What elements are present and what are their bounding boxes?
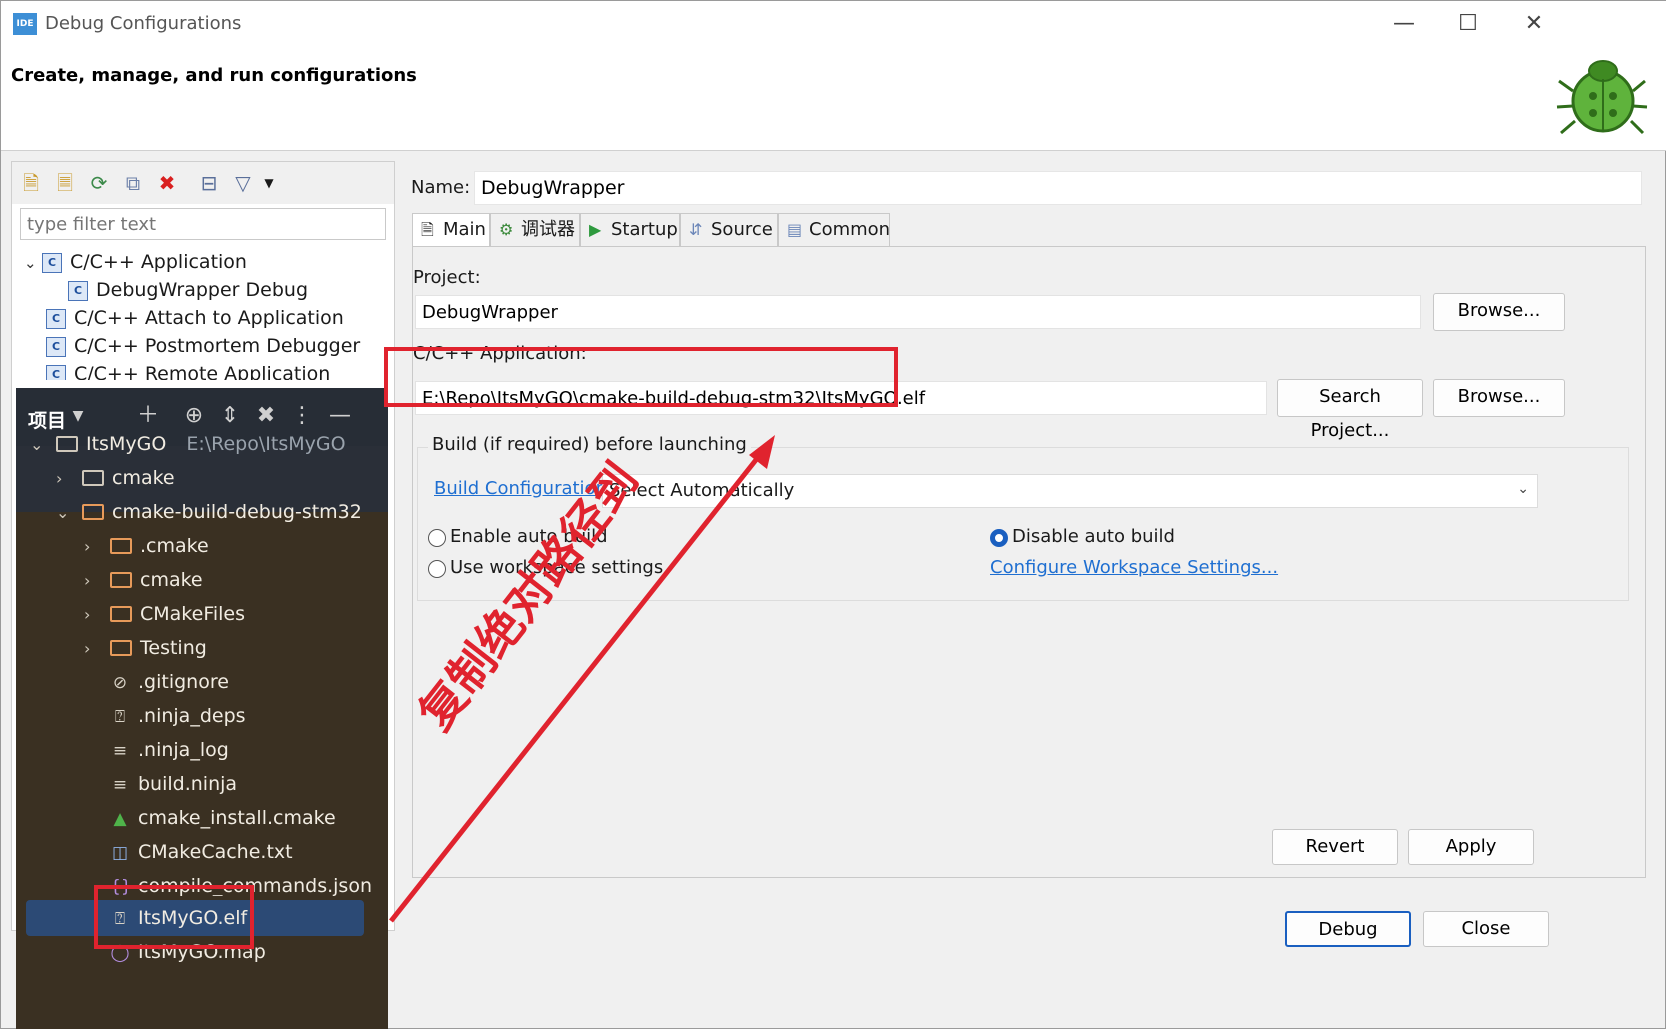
tree-item-testing[interactable]: › Testing xyxy=(84,630,207,666)
close-window-icon[interactable]: ✕ xyxy=(1511,9,1557,39)
new-prototype-icon[interactable]: 🗏 xyxy=(52,170,78,196)
minimize-icon[interactable]: — xyxy=(1381,9,1427,39)
annotation-box-app-path xyxy=(384,347,898,407)
tree-item-cmakefiles[interactable]: › CMakeFiles xyxy=(84,596,245,632)
c-config-icon: C xyxy=(46,308,66,329)
chevron-down-icon[interactable]: ⌄ xyxy=(24,249,42,277)
config-toolbar: 🗎 🗏 ⟳ ⧉ ✖ ⊟ ▽ ▼ xyxy=(12,162,394,204)
filter-input[interactable] xyxy=(20,208,386,240)
name-input[interactable] xyxy=(474,171,1642,205)
tree-item-ninja-log[interactable]: ≡ .ninja_log xyxy=(110,732,229,768)
tree-item-cmakecache[interactable]: ◫ CMakeCache.txt xyxy=(110,834,293,870)
c-config-icon: C xyxy=(42,252,62,273)
search-project-button[interactable]: Search Project... xyxy=(1277,379,1423,441)
header-title: Create, manage, and run configurations xyxy=(11,65,417,86)
folder-icon xyxy=(82,503,104,520)
play-icon: ▶ xyxy=(589,220,602,239)
tree-item-debugwrapper-debug[interactable]: C DebugWrapper Debug xyxy=(68,276,308,304)
title-bar: IDE Debug Configurations — ☐ ✕ xyxy=(1,1,1666,47)
tab-common[interactable]: ▤ Common xyxy=(778,213,890,247)
tab-main[interactable]: 🗎 Main xyxy=(412,213,490,249)
tab-startup[interactable]: ▶ Startup xyxy=(580,213,680,247)
app-icon: IDE xyxy=(13,13,37,35)
folder-icon xyxy=(110,639,132,656)
chevron-right-icon[interactable]: › xyxy=(84,631,110,667)
text-file-icon: ≡ xyxy=(112,775,128,795)
tree-item-cmake-build-debug[interactable]: ⌄ cmake-build-debug-stm32 xyxy=(56,494,362,530)
tab-source[interactable]: ⇵ Source xyxy=(680,213,778,247)
filter-icon[interactable]: ▽ xyxy=(230,170,256,196)
export-icon[interactable]: ⟳ xyxy=(86,170,112,196)
text-file-icon: ≡ xyxy=(112,741,128,761)
ignore-file-icon: ⊘ xyxy=(112,673,128,693)
chevron-down-icon[interactable]: ⌄ xyxy=(30,427,56,463)
apply-button[interactable]: Apply xyxy=(1408,829,1534,865)
project-input[interactable] xyxy=(415,295,1421,329)
folder-icon xyxy=(110,571,132,588)
chevron-right-icon[interactable]: › xyxy=(84,529,110,565)
tree-item-cmake-install[interactable]: ▲ cmake_install.cmake xyxy=(110,800,335,836)
cmake-file-icon: ▲ xyxy=(113,809,127,829)
browse-project-button[interactable]: Browse... xyxy=(1433,293,1565,331)
tree-item-build-ninja[interactable]: ≡ build.ninja xyxy=(110,766,237,802)
tree-item-cpp-application[interactable]: ⌄ C C/C++ Application xyxy=(24,248,247,276)
folder-icon xyxy=(82,469,104,486)
disable-auto-build-label[interactable]: Disable auto build xyxy=(1012,526,1175,547)
duplicate-icon[interactable]: ⧉ xyxy=(120,170,146,196)
chevron-right-icon[interactable]: › xyxy=(56,461,82,497)
annotation-box-elf-file xyxy=(94,885,254,949)
cmake-cache-icon: ◫ xyxy=(111,843,129,863)
document-icon: 🗎 xyxy=(421,220,434,239)
c-config-icon: C xyxy=(68,280,88,301)
unknown-file-icon: ⍰ xyxy=(114,707,126,727)
root-path: E:\Repo\ItsMyGO xyxy=(186,433,346,455)
dialog-header: Create, manage, and run configurations xyxy=(1,47,1666,151)
gear-icon: ⚙ xyxy=(499,220,514,239)
chevron-right-icon[interactable]: › xyxy=(84,563,110,599)
folder-icon xyxy=(110,605,132,622)
maximize-icon[interactable]: ☐ xyxy=(1445,9,1491,39)
tree-item-gitignore[interactable]: ⊘ .gitignore xyxy=(110,664,229,700)
close-button[interactable]: Close xyxy=(1423,911,1549,947)
tab-debugger[interactable]: ⚙ 调试器 xyxy=(490,213,580,247)
name-label: Name: xyxy=(411,177,471,198)
debug-configurations-window: IDE Debug Configurations — ☐ ✕ Create, m… xyxy=(0,0,1666,1029)
window-title: Debug Configurations xyxy=(45,13,242,34)
browse-app-button[interactable]: Browse... xyxy=(1433,379,1565,417)
tree-item-cpp-attach[interactable]: C C/C++ Attach to Application xyxy=(46,304,344,332)
tree-item-cmake[interactable]: › cmake xyxy=(56,460,175,496)
tree-item-ninja-deps[interactable]: ⍰ .ninja_deps xyxy=(110,698,246,734)
c-config-icon: C xyxy=(46,336,66,357)
config-tabs: 🗎 Main ⚙ 调试器 ▶ Startup ⇵ Source ▤ Common xyxy=(412,213,1646,249)
tree-item-dot-cmake[interactable]: › .cmake xyxy=(84,528,209,564)
debug-button[interactable]: Debug xyxy=(1285,911,1411,947)
c-config-icon: C xyxy=(46,364,66,380)
debug-bug-icon xyxy=(1556,60,1648,135)
chevron-down-icon[interactable]: ⌄ xyxy=(56,495,82,531)
chevron-right-icon[interactable]: › xyxy=(84,597,110,633)
folder-icon xyxy=(56,435,78,452)
disable-auto-build-radio[interactable] xyxy=(990,529,1008,547)
tree-item-cpp-postmortem[interactable]: C C/C++ Postmortem Debugger xyxy=(46,332,360,360)
chevron-down-icon: ⌄ xyxy=(1517,481,1529,497)
window-icon: ▤ xyxy=(787,220,803,239)
new-config-icon[interactable]: 🗎 xyxy=(18,170,44,196)
filter-menu-icon[interactable]: ▼ xyxy=(256,170,282,196)
source-icon: ⇵ xyxy=(689,220,703,239)
tree-item-cpp-remote[interactable]: C C/C++ Remote Application xyxy=(46,360,330,380)
revert-button[interactable]: Revert xyxy=(1272,829,1398,865)
delete-icon[interactable]: ✖ xyxy=(154,170,180,196)
configure-workspace-link[interactable]: Configure Workspace Settings... xyxy=(990,557,1278,578)
tree-root-itsmygo[interactable]: ⌄ ItsMyGO E:\Repo\ItsMyGO xyxy=(30,426,346,462)
folder-icon xyxy=(110,537,132,554)
collapse-all-icon[interactable]: ⊟ xyxy=(196,170,222,196)
project-label: Project: xyxy=(413,267,481,288)
tree-item-cmake-sub[interactable]: › cmake xyxy=(84,562,203,598)
